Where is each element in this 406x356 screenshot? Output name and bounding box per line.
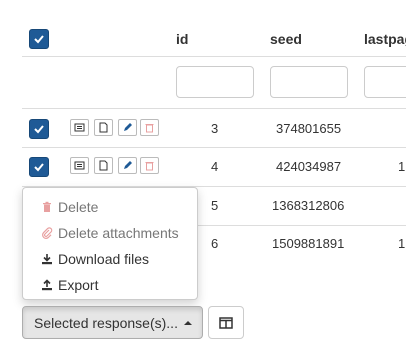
view-button[interactable] xyxy=(70,119,89,136)
menu-item-label: Delete xyxy=(58,199,99,215)
pencil-icon xyxy=(124,161,132,169)
header-lastpage[interactable]: lastpag xyxy=(364,31,406,47)
menu-item-export[interactable]: Export xyxy=(41,275,98,295)
filter-lastpage-input[interactable] xyxy=(364,66,406,98)
edit-button[interactable] xyxy=(118,119,137,136)
menu-item-label: Delete attachments xyxy=(58,225,179,241)
list-icon xyxy=(74,161,85,170)
select-all-checkbox[interactable] xyxy=(29,29,49,49)
row-checkbox[interactable] xyxy=(29,157,49,177)
filter-seed-input[interactable] xyxy=(270,66,348,98)
caret-up-icon xyxy=(184,321,192,325)
check-icon xyxy=(34,35,44,44)
list-icon xyxy=(74,123,85,132)
columns-toggle-button[interactable] xyxy=(208,306,244,339)
trash-icon xyxy=(145,162,154,171)
cell-id: 4 xyxy=(211,159,219,174)
view-button[interactable] xyxy=(70,157,89,174)
filter-id-input[interactable] xyxy=(176,66,254,98)
file-icon xyxy=(99,122,108,133)
selected-responses-label: Selected response(s)... xyxy=(34,314,178,331)
header-divider xyxy=(22,56,406,57)
cell-id: 5 xyxy=(211,198,219,213)
file-icon xyxy=(99,160,108,171)
cell-lastpage: 1 xyxy=(398,236,406,251)
trash-icon xyxy=(43,201,51,212)
pencil-icon xyxy=(124,123,132,131)
cell-seed: 1368312806 xyxy=(272,198,345,213)
menu-item-label: Download files xyxy=(58,251,150,267)
columns-icon xyxy=(219,316,233,329)
edit-button[interactable] xyxy=(118,157,137,174)
cell-seed: 424034987 xyxy=(276,159,342,174)
row-checkbox[interactable] xyxy=(29,119,49,139)
delete-button[interactable] xyxy=(140,157,159,174)
cell-lastpage: 1 xyxy=(398,159,406,174)
row-divider xyxy=(22,147,406,148)
cell-id: 3 xyxy=(211,121,219,136)
trash-icon xyxy=(145,124,154,133)
delete-button[interactable] xyxy=(140,119,159,136)
cell-id: 6 xyxy=(211,236,219,251)
header-id[interactable]: id xyxy=(176,31,188,47)
file-button[interactable] xyxy=(94,119,113,136)
upload-icon xyxy=(42,279,52,291)
download-icon xyxy=(42,254,52,265)
filter-divider xyxy=(22,108,406,109)
bulk-actions-menu: Delete Delete attachments Download files… xyxy=(22,187,198,300)
menu-item-download-files[interactable]: Download files xyxy=(41,249,149,269)
cell-seed: 374801655 xyxy=(276,121,342,136)
header-seed[interactable]: seed xyxy=(270,31,302,47)
check-icon xyxy=(34,163,44,172)
cell-seed: 1509881891 xyxy=(272,236,345,251)
selected-responses-button[interactable]: Selected response(s)... xyxy=(22,306,203,339)
check-icon xyxy=(34,125,44,134)
paperclip-icon xyxy=(42,227,53,239)
menu-item-label: Export xyxy=(58,277,99,293)
menu-item-delete[interactable]: Delete xyxy=(41,197,98,217)
file-button[interactable] xyxy=(94,157,113,174)
menu-item-delete-attachments[interactable]: Delete attachments xyxy=(41,223,179,243)
